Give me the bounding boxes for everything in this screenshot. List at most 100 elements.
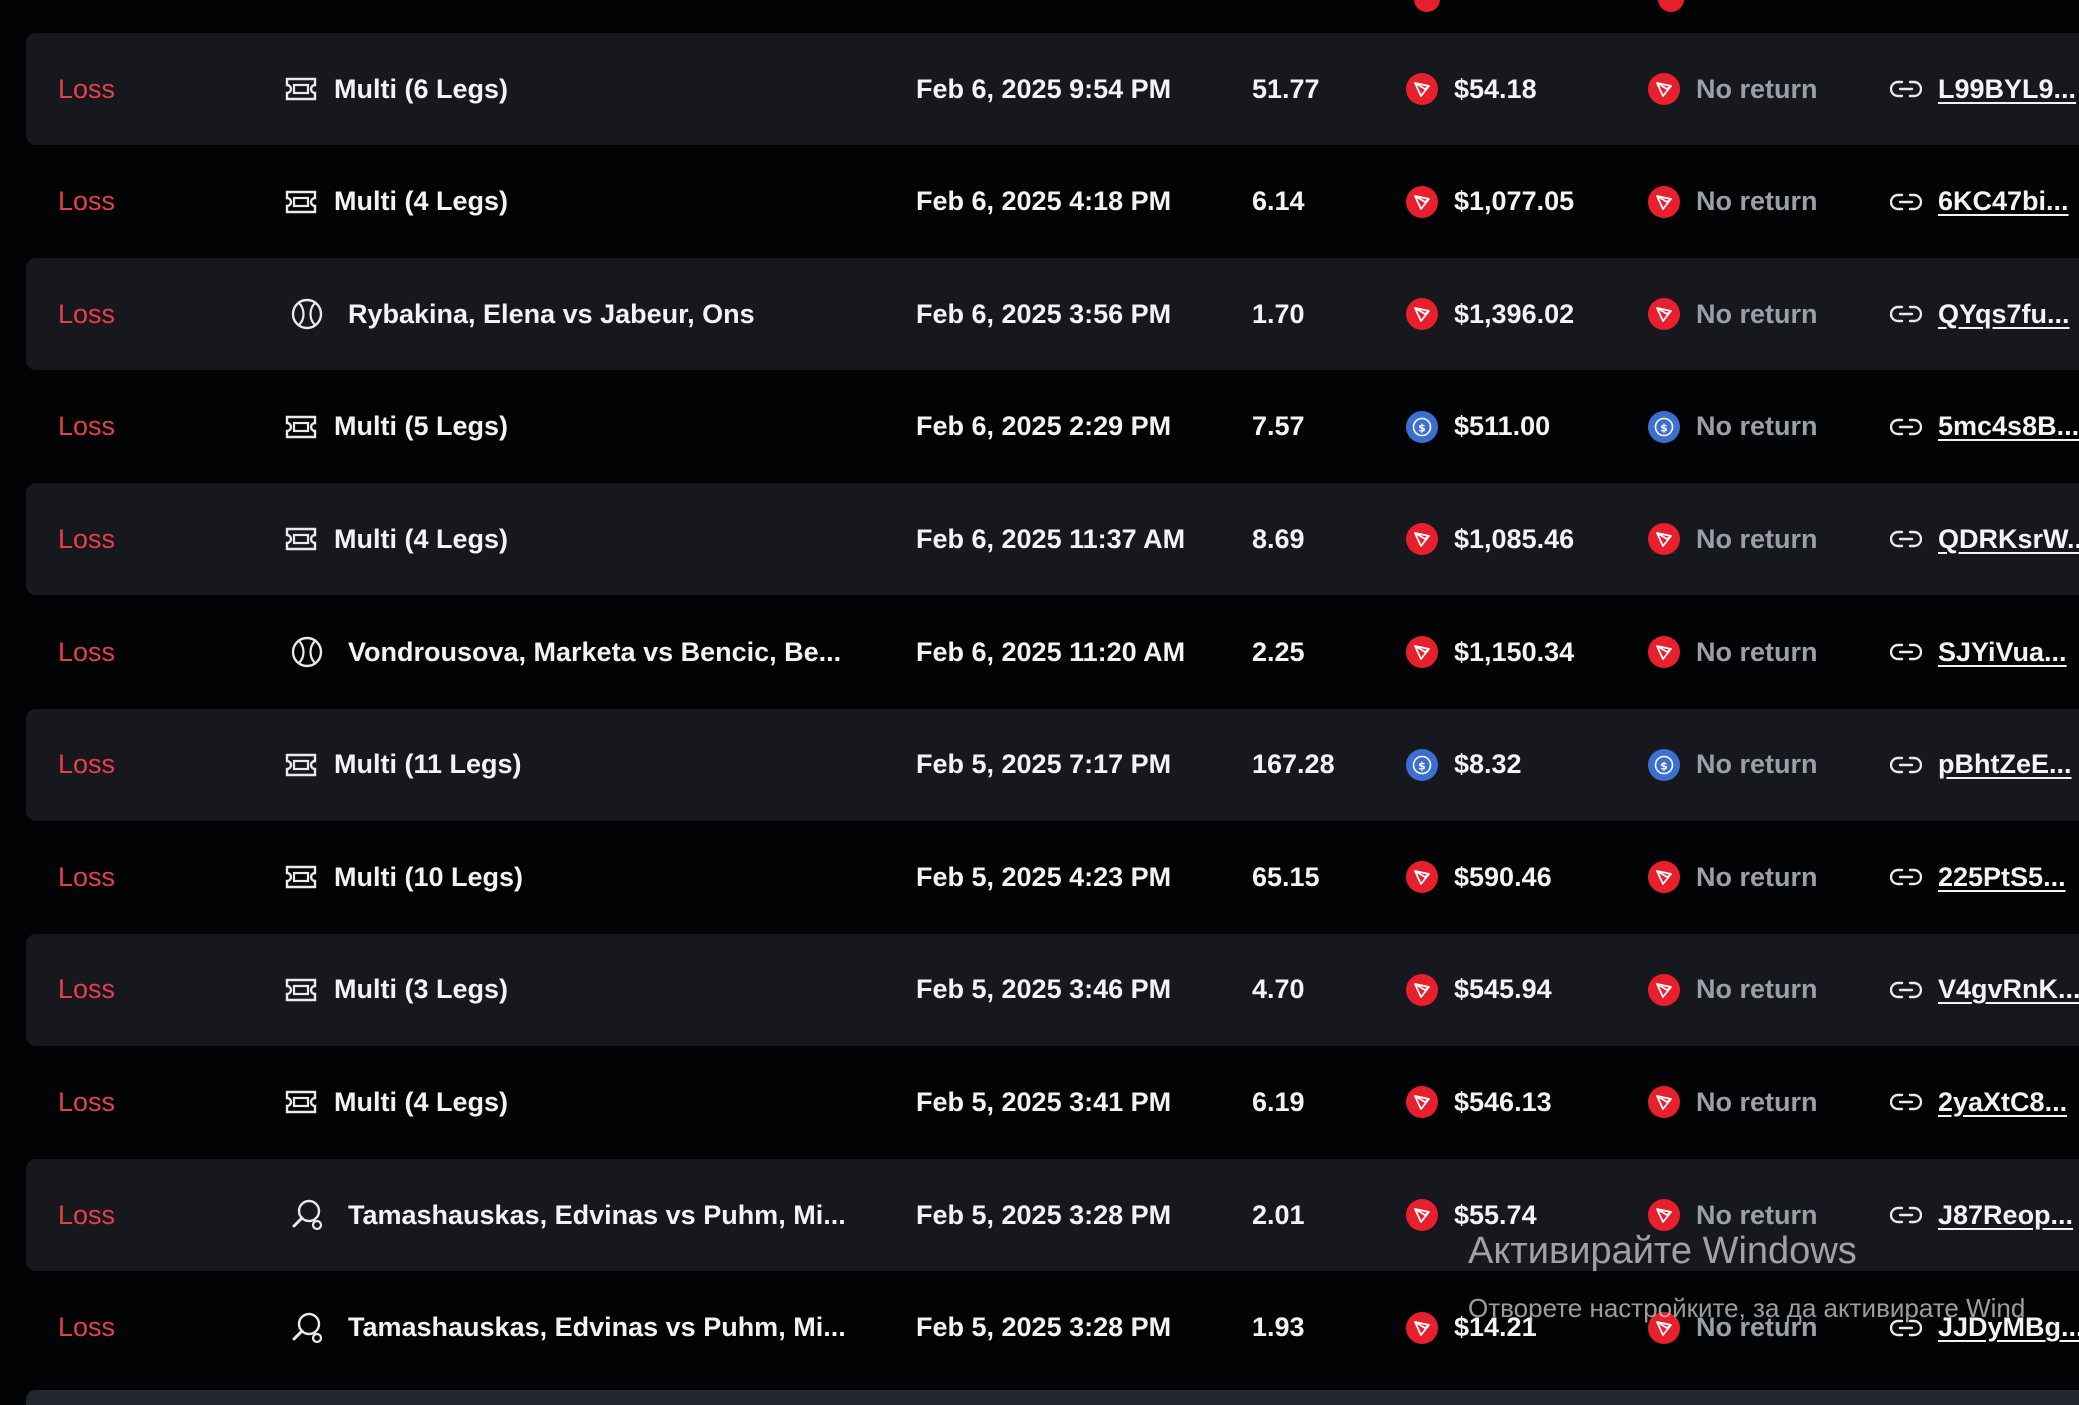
game-label: Tamashauskas, Edvinas vs Puhm, Mi... [348, 1199, 846, 1230]
status-label: Loss [58, 1199, 116, 1230]
svg-text:$: $ [1660, 759, 1668, 772]
bet-date: Feb 5, 2025 3:46 PM [916, 974, 1172, 1005]
link-icon [1890, 529, 1922, 549]
payout-label: No return [1696, 411, 1818, 442]
payout-label: No return [1696, 861, 1818, 892]
payout-label: No return [1696, 298, 1818, 329]
bet-link[interactable]: 225PtS5... [1890, 821, 2066, 933]
bet-date: Feb 6, 2025 11:37 AM [916, 523, 1186, 554]
bet-payout: $ No return [1648, 371, 1818, 483]
tron-coin-icon [1406, 973, 1438, 1006]
bet-hash-link[interactable]: 5mc4s8B... [1938, 411, 2079, 442]
bet-amount: $1,396.02 [1406, 258, 1574, 370]
game-label: Multi (3 Legs) [334, 974, 508, 1005]
bet-date: Feb 5, 2025 3:28 PM [916, 1312, 1172, 1343]
bet-link[interactable]: L99BYL9... [1890, 33, 2076, 145]
bet-amount: $ $511.00 [1406, 371, 1550, 483]
link-icon [1890, 755, 1922, 775]
bet-link[interactable]: 6KC47bi... [1890, 146, 2069, 258]
game-label: Multi (6 Legs) [334, 73, 508, 104]
game-label: Multi (11 Legs) [334, 749, 522, 780]
bet-hash-link[interactable]: QDRKsrW... [1938, 524, 2079, 555]
bet-date: Feb 5, 2025 7:17 PM [916, 749, 1172, 780]
bet-hash-link[interactable]: L99BYL9... [1938, 74, 2076, 105]
amount-label: $1,085.46 [1454, 523, 1575, 554]
bet-hash-link[interactable]: 6KC47bi... [1938, 186, 2069, 217]
amount-label: $545.94 [1454, 974, 1552, 1005]
link-icon [1890, 1205, 1922, 1225]
tennis-ball-icon [290, 297, 324, 331]
tron-coin-icon [1648, 636, 1680, 668]
ticket-icon [284, 185, 318, 219]
game-name: Vondrousova, Marketa vs Bencic, Be... [284, 596, 841, 708]
bet-odds: 1.93 [1252, 1312, 1305, 1343]
bet-link[interactable]: SJYiVua... [1890, 596, 2067, 708]
table-row[interactable]: Loss Rybakina, Elena vs Jabeur, Ons Feb 6,… [26, 258, 2079, 371]
bet-odds: 2.25 [1252, 636, 1305, 667]
bet-amount: $590.46 [1406, 821, 1552, 933]
table-row[interactable]: Loss Multi (4 Legs) Feb 6, 2025 4:18 PM 6.1… [26, 146, 2079, 258]
tron-coin-icon [1406, 636, 1438, 668]
bet-amount: $546.13 [1406, 1046, 1552, 1158]
status-label: Loss [58, 861, 116, 892]
bet-odds: 4.70 [1252, 974, 1305, 1005]
link-icon [1890, 192, 1922, 212]
table-row[interactable]: Loss Multi (4 Legs) Feb 5, 2025 3:41 PM 6.1… [26, 1046, 2079, 1158]
bet-odds: 6.14 [1252, 186, 1305, 217]
status-label: Loss [58, 73, 116, 104]
link-icon [1890, 642, 1922, 662]
bet-odds: 6.19 [1252, 1086, 1305, 1117]
game-name: Tamashauskas, Edvinas vs Puhm, Mi... [284, 1159, 846, 1271]
usdc-coin-icon: $ [1648, 748, 1680, 781]
payout-label: No return [1696, 1086, 1818, 1117]
payout-label: No return [1696, 974, 1818, 1005]
bet-hash-link[interactable]: SJYiVua... [1938, 637, 2067, 668]
bet-hash-link[interactable]: J87Reop... [1938, 1200, 2073, 1231]
bet-odds: 2.01 [1252, 1199, 1305, 1230]
link-icon [1890, 980, 1922, 1000]
status-label: Loss [58, 749, 116, 780]
table-row[interactable]: Loss Multi (5 Legs) Feb 6, 2025 2:29 PM 7.5… [26, 371, 2079, 483]
bet-odds: 8.69 [1252, 523, 1305, 554]
game-name: Multi (6 Legs) [284, 33, 508, 145]
table-row[interactable]: Loss Multi (11 Legs) Feb 5, 2025 7:17 PM 16… [26, 708, 2079, 821]
status-label: Loss [58, 523, 116, 554]
tron-coin-icon [1648, 1086, 1680, 1119]
bet-hash-link[interactable]: pBhtZeE... [1938, 749, 2072, 780]
amount-label: $1,396.02 [1454, 298, 1575, 329]
bet-payout: No return [1648, 33, 1818, 145]
bet-link[interactable]: QDRKsrW... [1890, 483, 2079, 595]
table-row[interactable]: Loss Multi (3 Legs) Feb 5, 2025 3:46 PM 4.7… [26, 933, 2079, 1046]
bet-amount: $ $8.32 [1406, 709, 1522, 821]
bet-hash-link[interactable]: 2yaXtC8... [1938, 1087, 2067, 1118]
bet-link[interactable]: QYqs7fu... [1890, 258, 2070, 370]
bet-link[interactable]: 5mc4s8B... [1890, 371, 2079, 483]
game-label: Multi (5 Legs) [334, 411, 508, 442]
tron-coin-icon [1406, 1086, 1438, 1119]
bet-hash-link[interactable]: V4gvRnK... [1938, 974, 2079, 1005]
svg-text:$: $ [1660, 421, 1668, 434]
table-row[interactable]: Loss Multi (6 Legs) Feb 6, 2025 9:54 PM 51.… [26, 33, 2079, 145]
tron-coin-icon [1406, 861, 1438, 894]
bet-amount: $54.18 [1406, 33, 1537, 145]
tron-coin-icon [1648, 1199, 1680, 1231]
tron-coin-icon [1648, 523, 1680, 556]
bet-link[interactable]: 2yaXtC8... [1890, 1046, 2067, 1158]
tron-coin-icon [1648, 298, 1680, 331]
amount-label: $546.13 [1454, 1086, 1552, 1117]
game-name: Multi (5 Legs) [284, 371, 508, 483]
bet-payout: No return [1648, 146, 1818, 258]
table-row[interactable]: Loss Multi (4 Legs) Feb 6, 2025 11:37 AM 8.… [26, 483, 2079, 596]
bet-link[interactable]: pBhtZeE... [1890, 709, 2072, 821]
bet-hash-link[interactable]: 225PtS5... [1938, 862, 2066, 893]
ticket-icon [284, 72, 318, 106]
bet-odds: 1.70 [1252, 298, 1305, 329]
table-row[interactable]: Loss Vondrousova, Marketa vs Bencic, Be..… [26, 596, 2079, 708]
bet-amount: $1,077.05 [1406, 146, 1574, 258]
ticket-icon [284, 860, 318, 894]
game-name: Tamashauskas, Edvinas vs Puhm, Mi... [284, 1272, 846, 1384]
table-row[interactable]: Loss Multi (10 Legs) Feb 5, 2025 4:23 PM 65… [26, 821, 2079, 933]
bet-link[interactable]: V4gvRnK... [1890, 934, 2079, 1046]
bet-hash-link[interactable]: QYqs7fu... [1938, 299, 2070, 330]
bet-amount: $1,150.34 [1406, 596, 1574, 708]
